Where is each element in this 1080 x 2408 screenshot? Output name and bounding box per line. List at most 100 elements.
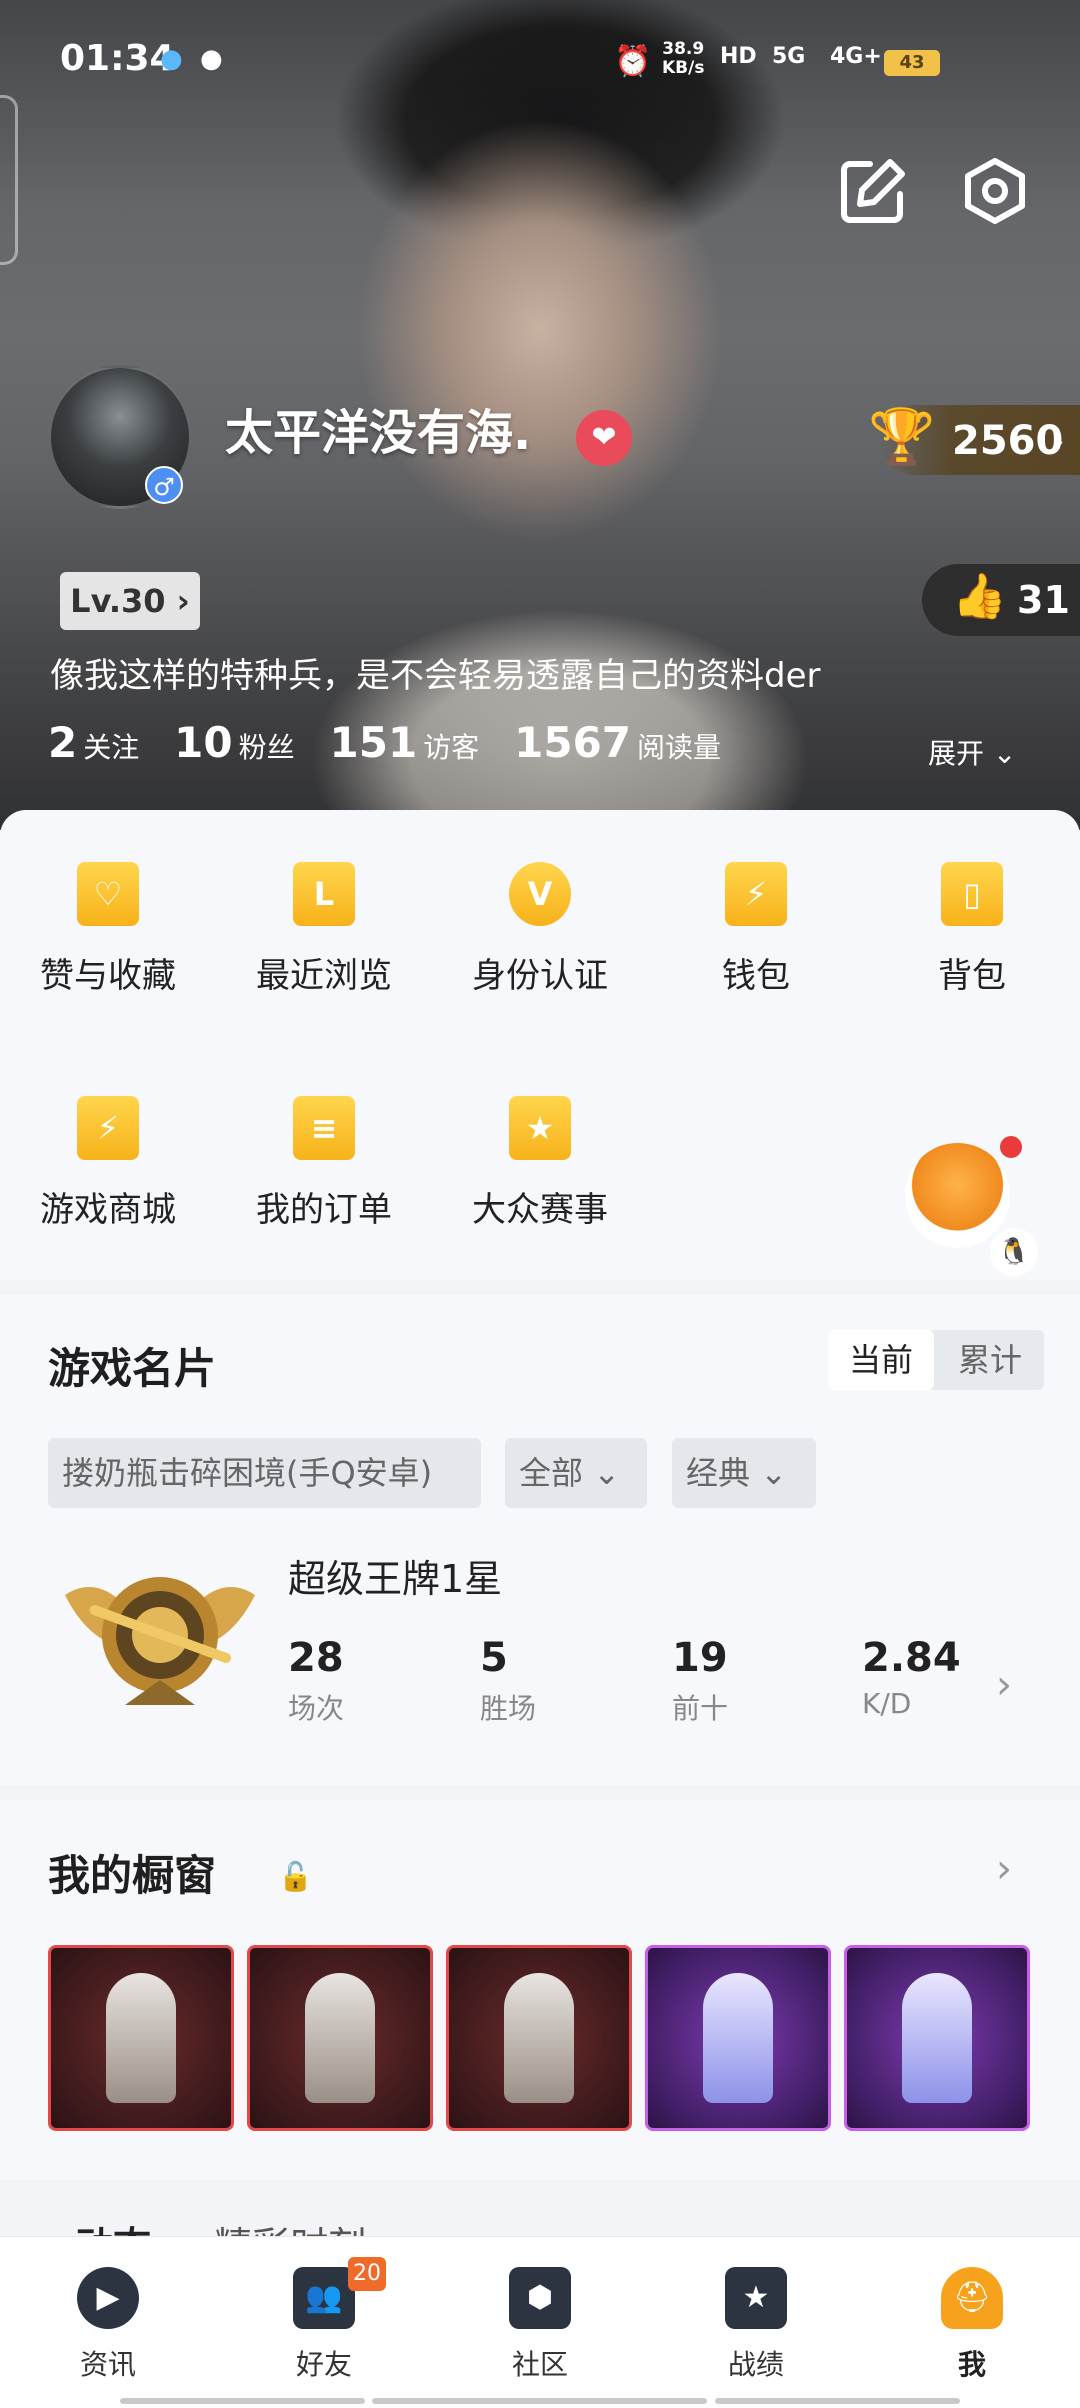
chevron-right-icon: › <box>176 582 190 620</box>
chevron-right-icon[interactable]: › <box>996 1662 1012 1708</box>
nav-item-news[interactable]: ▶ 资讯 <box>48 2267 168 2383</box>
heart-icon[interactable]: ❤ <box>576 410 632 466</box>
play-icon: ▶ <box>77 2267 139 2329</box>
grid-item-verify[interactable]: V 身份认证 <box>455 862 625 997</box>
friends-badge: 20 <box>348 2257 386 2291</box>
mode-select[interactable]: 全部 ⌄ <box>505 1438 647 1508</box>
stat-visitors[interactable]: 151 访客 <box>330 718 506 767</box>
nav-item-records[interactable]: ★ 战绩 <box>696 2267 816 2383</box>
metric-label: K/D <box>862 1687 912 1720</box>
tournament-icon: ★ <box>509 1096 571 1160</box>
grid-label: 大众赛事 <box>472 1190 608 1230</box>
friends-icon: 👥 <box>293 2267 355 2329</box>
mode-select-value: 全部 <box>519 1454 584 1492</box>
grid-item-favorites[interactable]: ♡ 赞与收藏 <box>23 862 193 997</box>
chevron-down-icon: ⌄ <box>760 1454 787 1492</box>
shop-icon: ⚡ <box>77 1096 139 1160</box>
nav-item-community[interactable]: ⬢ 社区 <box>480 2267 600 2383</box>
nav-item-me[interactable]: ⛑ 我 <box>912 2267 1032 2383</box>
grid-label: 赞与收藏 <box>40 956 176 996</box>
stats-toggle: 当前 累计 <box>828 1330 1044 1390</box>
showcase-item[interactable] <box>844 1945 1030 2131</box>
qq-notification-icon: ● <box>160 44 183 74</box>
toggle-current[interactable]: 当前 <box>828 1330 934 1390</box>
showcase-title: 我的橱窗 <box>48 1851 217 1900</box>
battery-icon: 43 <box>884 50 940 76</box>
stat-value: 1567 <box>514 718 632 767</box>
status-bar: 01:34 ● ● ⏰ 38.9 KB/s HD 5G 4G+ 43 <box>0 0 1080 120</box>
community-icon: ⬢ <box>509 2267 571 2329</box>
lock-icon: 🔓 <box>278 1860 313 1893</box>
expand-label: 展开 <box>928 737 985 770</box>
helmet-icon: ⛑ <box>941 2267 1003 2329</box>
grid-label: 身份认证 <box>472 956 608 996</box>
net-speed: 38.9 KB/s <box>662 40 704 78</box>
stat-value: 10 <box>174 718 233 767</box>
signal-4g: 4G+ <box>830 44 882 69</box>
metric-kd: 2.84 K/D <box>862 1635 961 1720</box>
pet-mascot-icon[interactable] <box>905 1143 1010 1248</box>
settings-icon[interactable] <box>962 158 1028 224</box>
trophy-icon: 🏆 <box>868 405 936 468</box>
gesture-bar <box>120 2398 365 2404</box>
net-speed-unit: KB/s <box>662 58 705 78</box>
edit-profile-icon[interactable] <box>840 158 906 224</box>
outfit-figure <box>305 1973 375 2103</box>
male-icon: ♂ <box>145 466 183 504</box>
alarm-icon: ⏰ <box>614 44 652 79</box>
metric-value: 19 <box>672 1635 728 1681</box>
server-select[interactable]: 搂奶瓶击碎困境(手Q安卓) <box>48 1438 481 1508</box>
nav-label: 好友 <box>295 2348 352 2381</box>
outfit-figure <box>902 1973 972 2103</box>
stat-value: 2 <box>48 718 78 767</box>
toggle-total[interactable]: 累计 <box>936 1330 1044 1390</box>
grid-label: 钱包 <box>722 956 790 996</box>
grid-item-orders[interactable]: ≡ 我的订单 <box>239 1096 409 1231</box>
showcase-item[interactable] <box>446 1945 632 2131</box>
grid-item-tournament[interactable]: ★ 大众赛事 <box>455 1096 625 1231</box>
nav-label: 战绩 <box>727 2348 784 2381</box>
thumbs-up-icon: 👍 <box>952 571 1007 622</box>
stat-label: 关注 <box>83 731 140 764</box>
status-time: 01:34 <box>60 38 175 79</box>
stat-following[interactable]: 2 关注 <box>48 718 165 767</box>
grid-label: 游戏商城 <box>40 1190 176 1230</box>
stat-label: 阅读量 <box>637 731 722 764</box>
outfit-figure <box>703 1973 773 2103</box>
metric-value: 2.84 <box>862 1635 961 1681</box>
grid-item-wallet[interactable]: ⚡ 钱包 <box>671 862 841 997</box>
rank-name: 超级王牌1星 <box>288 1557 503 1601</box>
type-select[interactable]: 经典 ⌄ <box>672 1438 816 1508</box>
stat-followers[interactable]: 10 粉丝 <box>174 718 320 767</box>
notification-dot <box>1000 1136 1022 1158</box>
backpack-icon: ▯ <box>941 862 1003 926</box>
metric-top10: 19 前十 <box>672 1635 728 1727</box>
outfit-figure <box>504 1973 574 2103</box>
grid-item-shop[interactable]: ⚡ 游戏商城 <box>23 1096 193 1231</box>
stat-reads[interactable]: 1567 阅读量 <box>514 718 747 767</box>
gesture-bar <box>715 2398 960 2404</box>
metric-wins: 5 胜场 <box>480 1635 536 1727</box>
grid-item-history[interactable]: L 最近浏览 <box>239 862 409 997</box>
nav-label: 我 <box>957 2348 986 2381</box>
metric-matches: 28 场次 <box>288 1635 344 1727</box>
history-icon: L <box>293 862 355 926</box>
bottom-nav: ▶ 资讯 👥 好友 ⬢ 社区 ★ 战绩 ⛑ 我 <box>0 2236 1080 2408</box>
gesture-bar <box>372 2398 707 2404</box>
grid-label: 背包 <box>938 956 1006 996</box>
showcase-item[interactable] <box>247 1945 433 2131</box>
signal-5g: 5G <box>772 44 806 69</box>
side-pull-tab[interactable] <box>0 95 18 265</box>
chevron-right-icon[interactable]: › <box>996 1846 1012 1892</box>
expand-button[interactable]: 展开 ⌄ <box>928 732 1016 772</box>
level-badge[interactable]: Lv.30 › <box>60 572 200 630</box>
app-root: 01:34 ● ● ⏰ 38.9 KB/s HD 5G 4G+ 43 ♂ 太平洋没… <box>0 0 1080 2408</box>
grid-label: 我的订单 <box>256 1190 392 1230</box>
like-count: 31 <box>1017 578 1070 622</box>
type-select-value: 经典 <box>686 1454 751 1492</box>
grid-item-backpack[interactable]: ▯ 背包 <box>887 862 1057 997</box>
chevron-down-icon: ⌄ <box>992 737 1017 770</box>
showcase-item[interactable] <box>645 1945 831 2131</box>
showcase-item[interactable] <box>48 1945 234 2131</box>
game-card-title: 游戏名片 <box>48 1344 217 1393</box>
